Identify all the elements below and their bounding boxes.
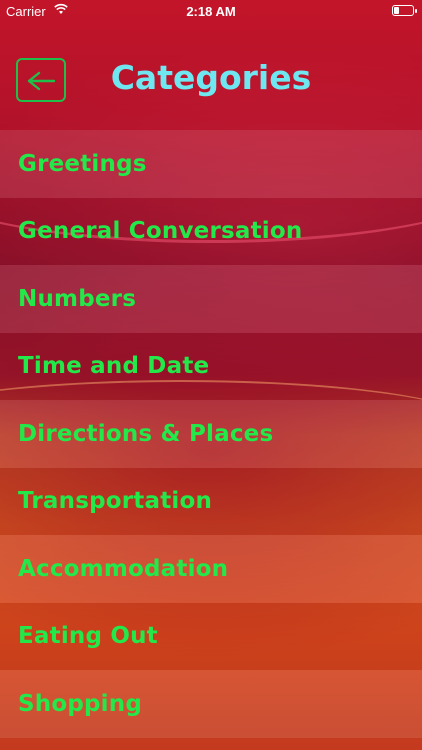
category-item-numbers[interactable]: Numbers — [0, 265, 422, 333]
status-bar: Carrier 2:18 AM — [0, 0, 422, 22]
page-title: Categories — [110, 58, 312, 97]
category-item-general-conversation[interactable]: General Conversation — [0, 197, 422, 265]
category-label: General Conversation — [18, 218, 303, 245]
category-item-directions-places[interactable]: Directions & Places — [0, 400, 422, 468]
header: Categories — [0, 56, 422, 106]
category-label: Shopping — [18, 690, 142, 717]
category-item-greetings[interactable]: Greetings — [0, 130, 422, 198]
category-label: Accommodation — [18, 555, 229, 582]
category-item-accommodation[interactable]: Accommodation — [0, 535, 422, 603]
category-label: Transportation — [18, 488, 213, 515]
category-item-transportation[interactable]: Transportation — [0, 467, 422, 535]
category-item-eating-out[interactable]: Eating Out — [0, 602, 422, 670]
category-label: Numbers — [18, 285, 137, 312]
category-item-shopping[interactable]: Shopping — [0, 670, 422, 738]
category-label: Time and Date — [18, 353, 210, 380]
category-label: Greetings — [18, 150, 147, 177]
category-item-time-and-date[interactable]: Time and Date — [0, 332, 422, 400]
category-list: Greetings General Conversation Numbers T… — [0, 130, 422, 738]
category-label: Directions & Places — [18, 420, 274, 447]
clock: 2:18 AM — [186, 4, 236, 19]
battery-icon — [392, 5, 417, 16]
category-label: Eating Out — [18, 623, 158, 650]
